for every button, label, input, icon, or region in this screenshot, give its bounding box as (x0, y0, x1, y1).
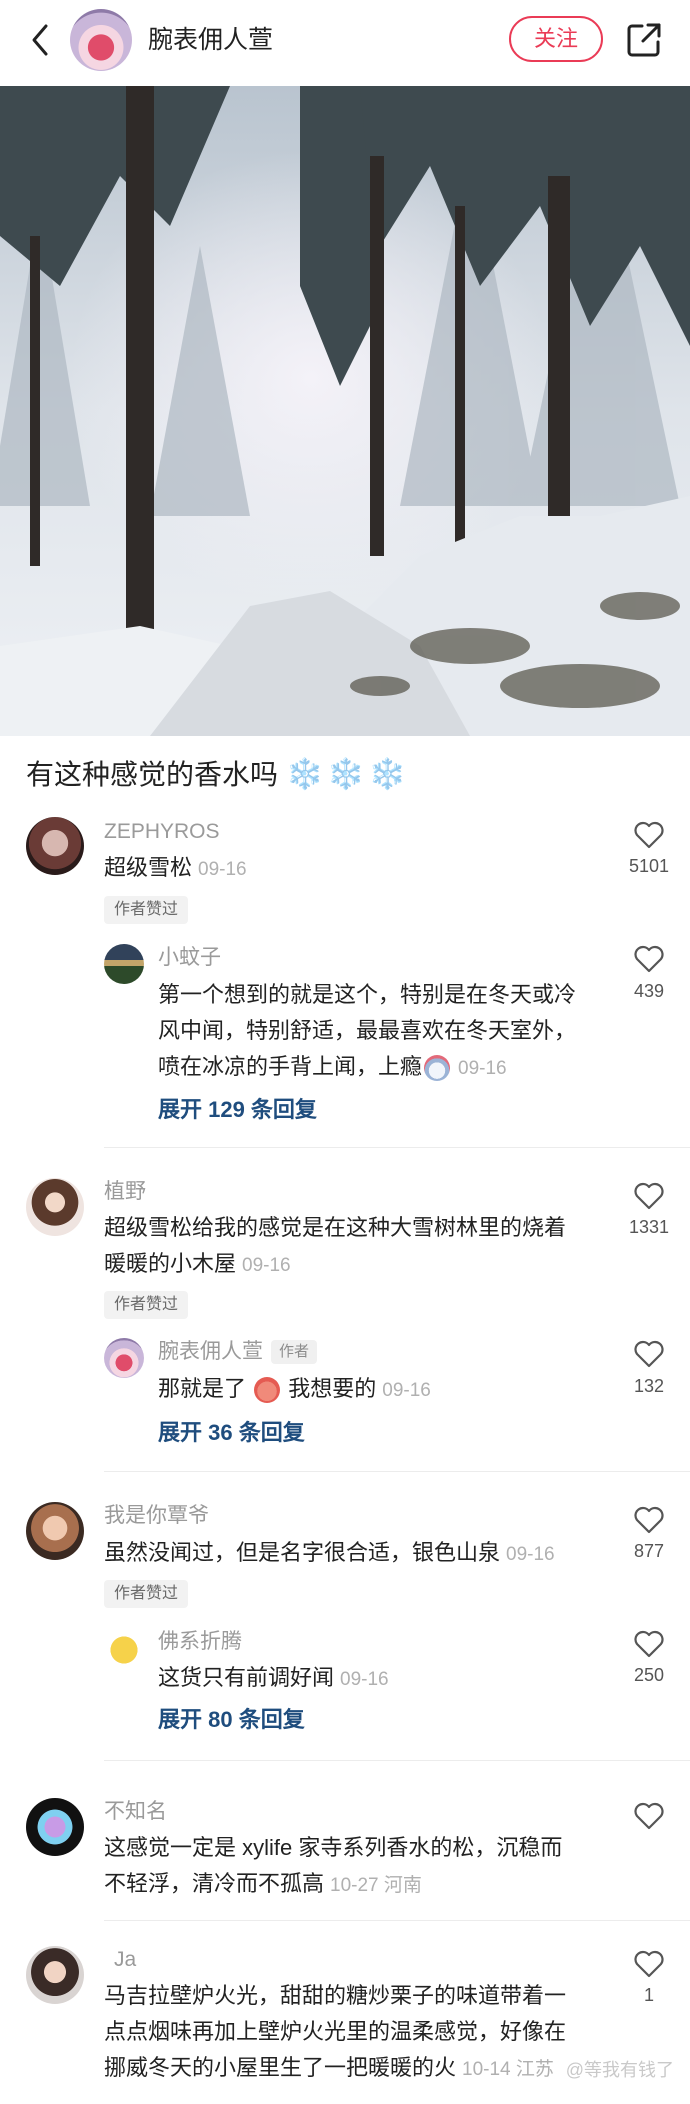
comment-body: 虽然没闻过，但是名字很合适，银色山泉 (104, 1540, 501, 1565)
reply-username: 腕表佣人萱 (158, 1340, 263, 1363)
like-count: 877 (633, 1541, 665, 1561)
reply-date: 09-16 (382, 1380, 431, 1401)
comment-text[interactable]: 超级雪松 09-16 (104, 850, 247, 888)
reply-username[interactable]: 佛系折腾 (158, 1628, 242, 1656)
comment-text-line[interactable]: 超级雪松给我的感觉是在这种大雪树林里的烧着 (104, 1210, 566, 1246)
avatar[interactable] (26, 1178, 84, 1236)
comment-username[interactable]: 我是你覃爷 (104, 1502, 209, 1530)
comment-text[interactable]: 虽然没闻过，但是名字很合适，银色山泉 09-16 (104, 1535, 555, 1573)
reply-username-row[interactable]: 腕表佣人萱 作者 (158, 1338, 318, 1366)
comment-date: 10-27 河南 (330, 1875, 422, 1896)
comment-body: 不轻浮，清冷而不孤高 (104, 1871, 325, 1896)
avatar[interactable] (26, 1798, 84, 1856)
like-count: 132 (633, 1376, 665, 1396)
post-title: 有这种感觉的香水吗 (26, 759, 279, 790)
reply-text-line[interactable]: 风中闻，特别舒适，最最喜欢在冬天室外， (158, 1013, 576, 1049)
avatar[interactable] (26, 1946, 84, 2004)
heart-icon[interactable] (634, 1950, 664, 1978)
comment-body: 挪威冬天的小屋里生了一把暖暖的火 (104, 2055, 457, 2080)
comment-text-line[interactable]: 不轻浮，清冷而不孤高 10-27 河南 (104, 1866, 422, 1904)
heart-icon[interactable] (634, 1506, 664, 1534)
avatar[interactable] (104, 1338, 144, 1378)
reply-body: 我想要的 (288, 1376, 377, 1401)
comment-text-line[interactable]: 点点烟味再加上壁炉火光里的温柔感觉，好像在 (104, 2014, 566, 2050)
watermark: @等我有钱了 (565, 2060, 674, 2080)
comment-username[interactable]: 不知名 (104, 1798, 167, 1826)
emoji-icon (254, 1377, 281, 1404)
reply-username[interactable]: 小蚊子 (158, 944, 221, 972)
comment-username[interactable]: Ja (114, 1946, 136, 1974)
heart-icon[interactable] (634, 821, 664, 849)
reply-date: 09-16 (458, 1058, 507, 1079)
like-count: 1 (643, 1985, 654, 2005)
share-icon[interactable] (624, 20, 664, 60)
like-count: 5101 (628, 856, 670, 876)
divider (104, 1920, 690, 1921)
reply-body: 那就是了 (158, 1376, 247, 1401)
comment-date: 09-16 (506, 1544, 555, 1565)
comment-username[interactable]: ZEPHYROS (104, 818, 220, 846)
avatar[interactable] (26, 817, 84, 875)
reply-text[interactable]: 这货只有前调好闻 09-16 (158, 1660, 389, 1698)
snowflake-icon: ❄️❄️❄️ (286, 758, 411, 791)
heart-icon[interactable] (634, 1630, 664, 1658)
heart-icon[interactable] (634, 1802, 664, 1830)
reply-text-line[interactable]: 喷在冰凉的手背上闻，上瘾 09-16 (158, 1049, 507, 1087)
post-photo[interactable] (0, 86, 690, 736)
divider (104, 1147, 690, 1148)
divider (104, 1760, 690, 1761)
avatar[interactable] (104, 1628, 144, 1668)
reply-body: 这货只有前调好闻 (158, 1665, 335, 1690)
expand-replies-link[interactable]: 展开 129 条回复 (158, 1095, 317, 1125)
like-count: 250 (633, 1665, 665, 1685)
avatar[interactable] (26, 1502, 84, 1560)
author-avatar[interactable] (70, 9, 132, 71)
comment-text-line[interactable]: 马吉拉壁炉火光，甜甜的糖炒栗子的味道带着一 (104, 1978, 566, 2014)
avatar[interactable] (104, 944, 144, 984)
heart-icon[interactable] (634, 1182, 664, 1210)
author-liked-tag: 作者赞过 (104, 896, 189, 924)
like-count: 439 (633, 981, 665, 1001)
emoji-icon (424, 1055, 451, 1082)
author-name[interactable]: 腕表佣人萱 (148, 22, 273, 58)
snowy-forest-image (0, 86, 690, 736)
reply-text-line[interactable]: 第一个想到的就是这个，特别是在冬天或冷 (158, 977, 576, 1013)
like-count: 1331 (628, 1217, 670, 1237)
comment-body: 超级雪松 (104, 855, 193, 880)
divider (104, 1471, 690, 1472)
heart-icon[interactable] (634, 945, 664, 973)
comment-text-line[interactable]: 暖暖的小木屋 09-16 (104, 1246, 291, 1284)
expand-replies-link[interactable]: 展开 36 条回复 (158, 1418, 305, 1448)
reply-text[interactable]: 那就是了 我想要的 09-16 (158, 1371, 431, 1409)
author-liked-tag: 作者赞过 (104, 1580, 189, 1608)
post-title-row: 有这种感觉的香水吗 ❄️❄️❄️ (26, 755, 410, 795)
comment-username[interactable]: 植野 (104, 1178, 146, 1206)
top-bar: 腕表佣人萱 关注 (0, 0, 690, 82)
comment-text-line[interactable]: 挪威冬天的小屋里生了一把暖暖的火 10-14 江苏 (104, 2050, 554, 2088)
reply-date: 09-16 (340, 1669, 389, 1690)
comment-date: 09-16 (242, 1255, 291, 1276)
author-badge: 作者 (271, 1340, 318, 1365)
comment-text-line[interactable]: 这感觉一定是 xylife 家寺系列香水的松，沉稳而 (104, 1830, 562, 1866)
comment-date: 10-14 江苏 (462, 2059, 554, 2080)
comment-date: 09-16 (198, 859, 247, 880)
reply-body: 喷在冰凉的手背上闻，上瘾 (158, 1054, 423, 1079)
expand-replies-link[interactable]: 展开 80 条回复 (158, 1705, 305, 1735)
comment-body: 暖暖的小木屋 (104, 1251, 237, 1276)
back-arrow-icon[interactable] (26, 20, 56, 60)
author-liked-tag: 作者赞过 (104, 1291, 189, 1319)
heart-icon[interactable] (634, 1340, 664, 1368)
follow-button[interactable]: 关注 (509, 16, 603, 62)
